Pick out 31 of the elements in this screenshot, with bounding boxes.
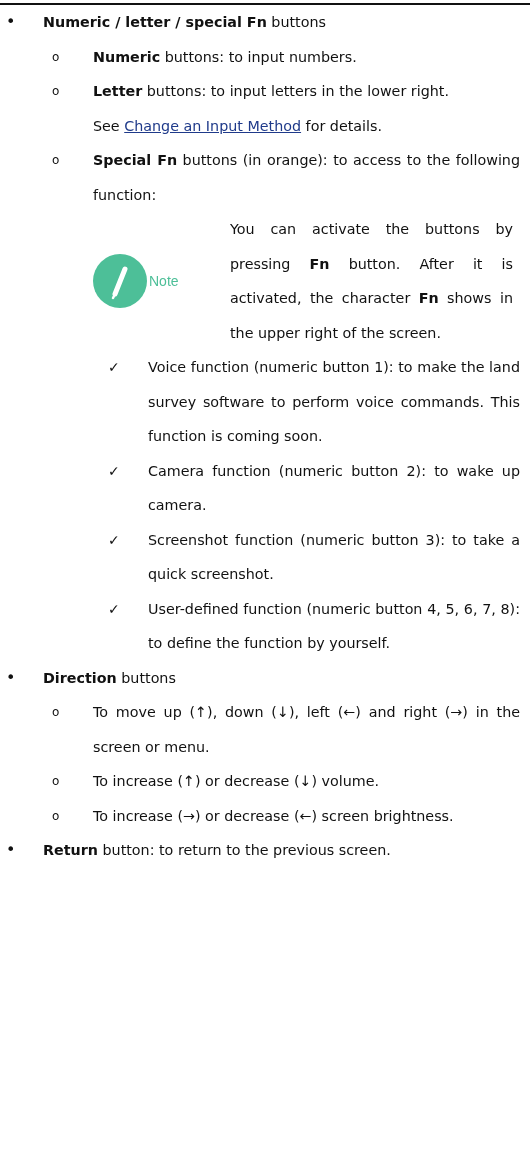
- list-marker: ✓: [107, 461, 121, 481]
- list-marker: •: [5, 839, 17, 861]
- list-marker: •: [5, 666, 17, 689]
- list-item-text: To increase (↑) or decrease (↓) volume.: [93, 772, 381, 791]
- list-item-text: To move up (↑), down (↓), left (←) and right (→) in the screen or menu.: [93, 703, 520, 757]
- list-item-text: Numeric buttons: to input numbers.: [93, 47, 358, 67]
- note-text: You can activate the buttons by pressing Fn button. After it is activated, the character Fn shows in the upper right of the screen.: [230, 220, 514, 343]
- list-marker: o: [51, 704, 61, 721]
- list-marker: ✓: [107, 599, 121, 619]
- list-marker: o: [51, 48, 61, 66]
- change-input-method-link[interactable]: Change an Input Method: [124, 117, 302, 134]
- list-marker: o: [51, 773, 61, 790]
- list-item-text: To increase (→) or decrease (←) screen brightness.: [93, 806, 455, 826]
- list-item-text: Screenshot function (numeric button 3): to take a quick screenshot.: [148, 530, 520, 584]
- see-also-text: See Change an Input Method for details.: [93, 116, 383, 136]
- list-marker: o: [51, 152, 61, 169]
- list-item-text: Direction buttons: [43, 668, 177, 688]
- list-item-text: Special Fn buttons (in orange): to access to the following function:: [93, 151, 520, 205]
- list-item-text: Return button: to return to the previous screen.: [43, 841, 392, 860]
- list-item-text: Camera function (numeric button 2): to wake up camera.: [148, 461, 520, 515]
- list-marker: •: [5, 11, 17, 33]
- list-item-text: Letter buttons: to input letters in the lower right.: [93, 82, 450, 101]
- note-label: Note: [149, 273, 179, 289]
- list-marker: ✓: [107, 358, 121, 377]
- pencil-icon: [93, 254, 147, 308]
- list-item-text: Numeric / letter / special Fn buttons: [43, 13, 327, 32]
- list-marker: o: [51, 83, 61, 100]
- list-item-text: Voice function (numeric button 1): to make the land survey software to perform voice commands. This function is coming soon.: [148, 358, 520, 446]
- list-marker: ✓: [107, 530, 121, 550]
- list-marker: o: [51, 807, 61, 825]
- list-item-text: User-defined function (numeric button 4, 5, 6, 7, 8): to define the function by yourself.: [148, 599, 520, 653]
